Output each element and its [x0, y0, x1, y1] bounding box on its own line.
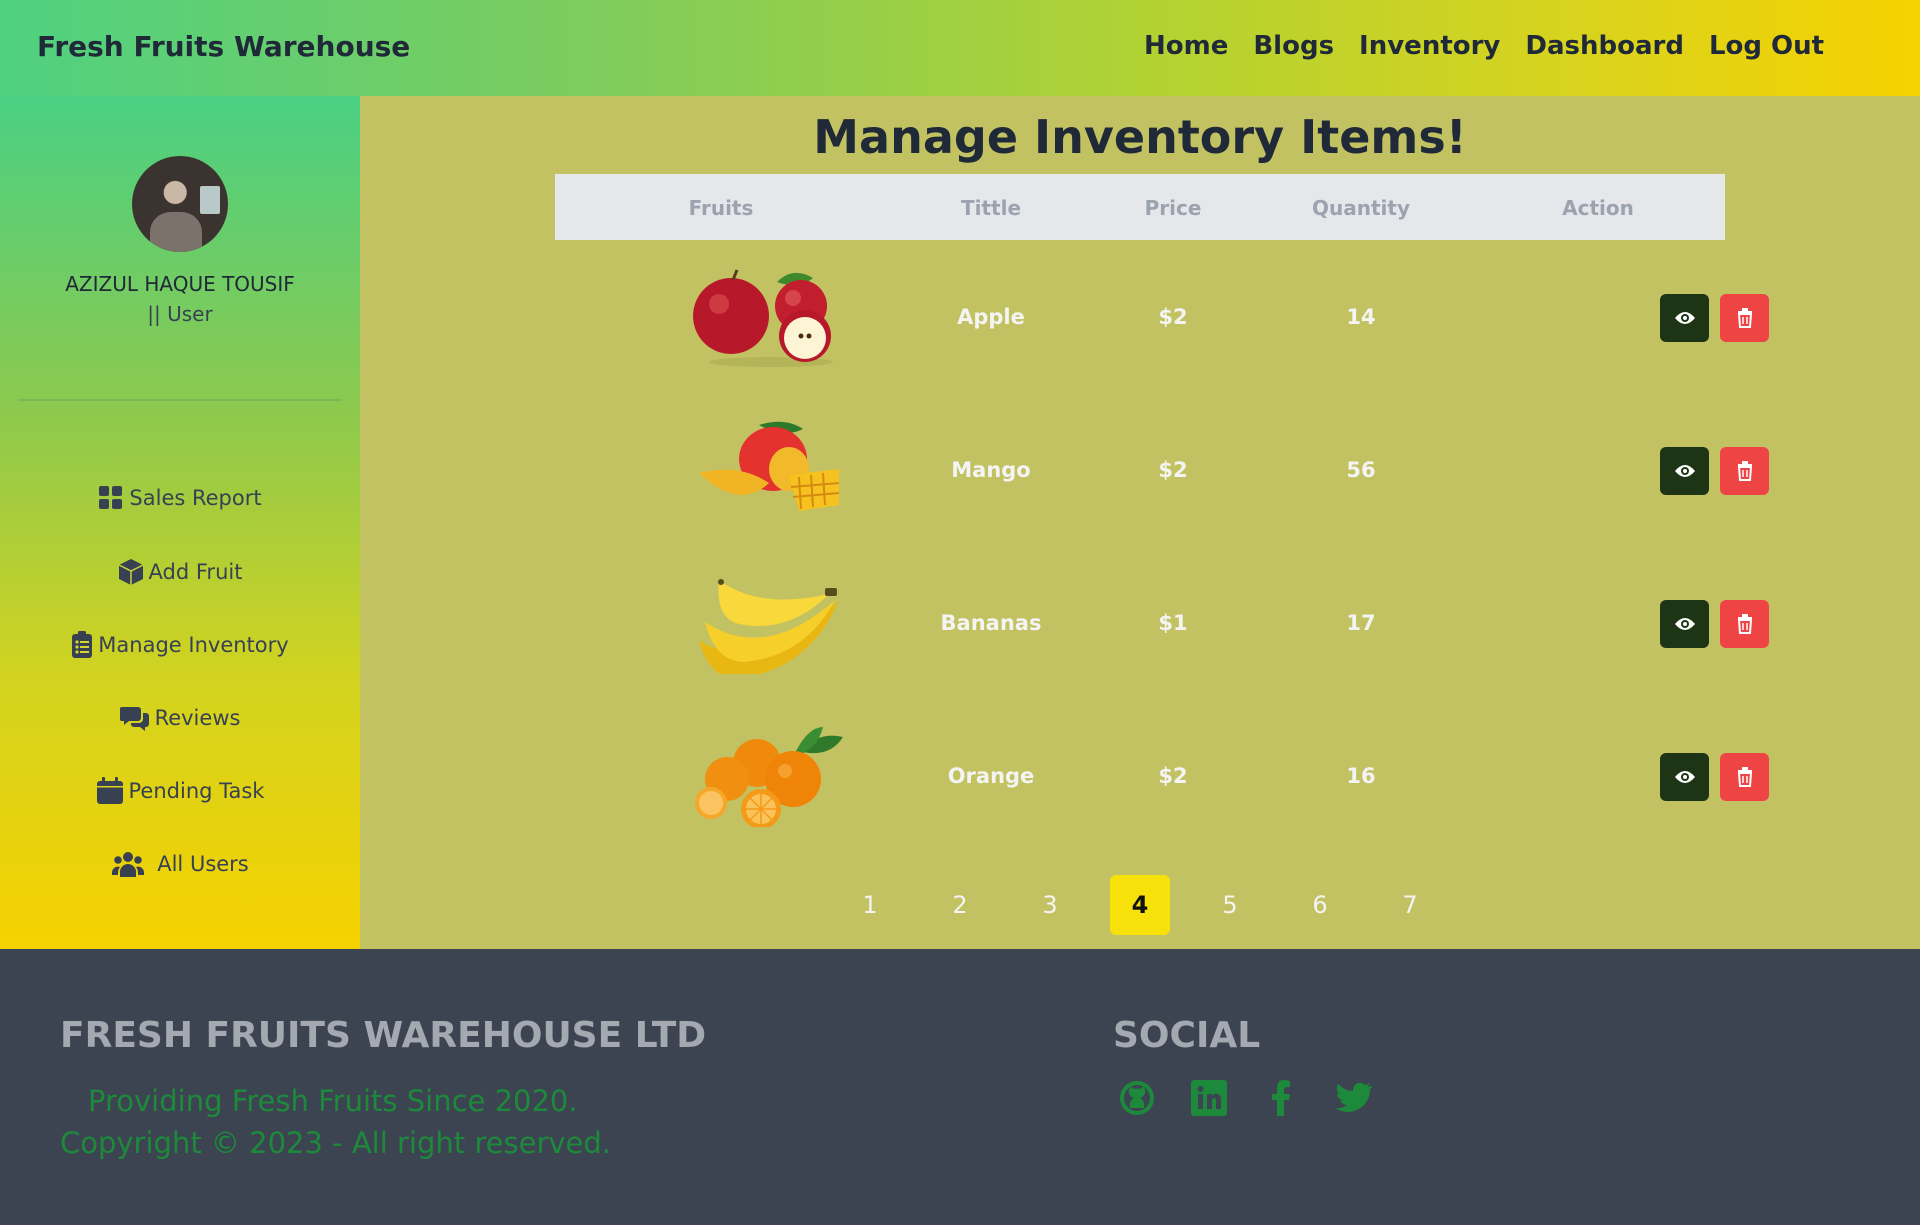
user-role: || User [147, 302, 213, 326]
chat-icon [119, 704, 150, 732]
fruit-quantity: 56 [1346, 457, 1376, 482]
brand-title[interactable]: Fresh Fruits Warehouse [37, 30, 410, 63]
view-button[interactable] [1660, 753, 1709, 801]
eye-icon [1674, 312, 1695, 324]
table-row: Bananas $1 17 [555, 546, 1769, 699]
nav-blogs[interactable]: Blogs [1253, 31, 1334, 61]
sidebar-divider [18, 399, 342, 401]
facebook-icon[interactable] [1262, 1079, 1300, 1117]
footer-copyright: Copyright © 2023 - All right reserved. [60, 1126, 611, 1160]
page-button-3[interactable]: 3 [1020, 875, 1080, 935]
social-title: SOCIAL [1113, 1015, 1261, 1056]
column-header: Action [1562, 196, 1634, 220]
view-button[interactable] [1660, 600, 1709, 648]
column-header: Tittle [960, 196, 1022, 220]
delete-button[interactable] [1720, 447, 1769, 495]
view-button[interactable] [1660, 447, 1709, 495]
twitter-icon[interactable] [1334, 1079, 1372, 1117]
sidebar-item-all-users[interactable]: All Users [0, 850, 360, 878]
delete-button[interactable] [1720, 294, 1769, 342]
trash-icon [1737, 614, 1752, 634]
github-icon[interactable] [1118, 1079, 1156, 1117]
nav-inventory[interactable]: Inventory [1359, 31, 1500, 61]
main-nav: Home Blogs Inventory Dashboard Log Out [1144, 31, 1849, 61]
main-content: Manage Inventory Items! Fruits Tittle Pr… [360, 96, 1920, 949]
page-button-2[interactable]: 2 [930, 875, 990, 935]
trash-icon [1737, 461, 1752, 481]
sidebar-item-label: All Users [157, 852, 249, 876]
fruit-price: $2 [1158, 304, 1188, 329]
user-name: AZIZUL HAQUE TOUSIF [65, 272, 295, 296]
table-row: Mango $2 56 [555, 393, 1769, 546]
box-icon [118, 558, 144, 586]
fruit-title: Orange [947, 763, 1035, 788]
fruit-price: $2 [1158, 457, 1188, 482]
banana-image [699, 579, 839, 674]
trash-icon [1737, 308, 1752, 328]
nav-home[interactable]: Home [1144, 31, 1228, 61]
delete-button[interactable] [1720, 600, 1769, 648]
fruit-title: Apple [957, 304, 1025, 329]
eye-icon [1674, 465, 1695, 477]
users-icon [111, 850, 145, 878]
page-button-1[interactable]: 1 [840, 875, 900, 935]
orange-image [695, 727, 843, 827]
nav-dashboard[interactable]: Dashboard [1525, 31, 1684, 61]
sidebar-item-label: Sales Report [129, 486, 262, 510]
eye-icon [1674, 771, 1695, 783]
column-header: Price [1144, 196, 1202, 220]
sidebar-item-pending-task[interactable]: Pending Task [0, 777, 360, 805]
table-header: Fruits Tittle Price Quantity Action [555, 174, 1725, 240]
sidebar: AZIZUL HAQUE TOUSIF || User Sales Report… [0, 96, 360, 949]
trash-icon [1737, 767, 1752, 787]
footer: FRESH FRUITS WAREHOUSE LTD Providing Fre… [0, 949, 1920, 1225]
footer-company: FRESH FRUITS WAREHOUSE LTD [60, 1015, 707, 1056]
fruit-title: Bananas [940, 610, 1042, 635]
fruit-price: $1 [1158, 610, 1188, 635]
clipboard-list-icon [71, 631, 93, 659]
sidebar-item-manage-inventory[interactable]: Manage Inventory [0, 631, 360, 659]
sidebar-item-label: Add Fruit [148, 560, 243, 584]
column-header: Quantity [1312, 196, 1410, 220]
mango-image [699, 421, 840, 511]
fruit-quantity: 16 [1346, 763, 1376, 788]
fruit-price: $2 [1158, 763, 1188, 788]
fruit-quantity: 14 [1346, 304, 1376, 329]
delete-button[interactable] [1720, 753, 1769, 801]
calendar-icon [96, 777, 124, 805]
table-row: Orange $2 16 [555, 699, 1769, 852]
page-button-7[interactable]: 7 [1380, 875, 1440, 935]
sidebar-item-label: Pending Task [128, 779, 265, 803]
linkedin-icon[interactable] [1190, 1079, 1228, 1117]
apple-image [693, 269, 833, 367]
page-button-6[interactable]: 6 [1290, 875, 1350, 935]
page-button-4[interactable]: 4 [1110, 875, 1170, 935]
footer-tagline: Providing Fresh Fruits Since 2020. [88, 1084, 578, 1118]
view-button[interactable] [1660, 294, 1709, 342]
sidebar-item-label: Manage Inventory [98, 633, 289, 657]
page-title: Manage Inventory Items! [813, 110, 1467, 164]
sidebar-item-label: Reviews [154, 706, 241, 730]
column-header: Fruits [688, 196, 754, 220]
fruit-quantity: 17 [1346, 610, 1376, 635]
avatar [132, 156, 228, 252]
eye-icon [1674, 618, 1695, 630]
page-button-5[interactable]: 5 [1200, 875, 1260, 935]
nav-logout[interactable]: Log Out [1709, 31, 1824, 61]
sidebar-item-sales-report[interactable]: Sales Report [0, 485, 360, 511]
sidebar-item-add-fruit[interactable]: Add Fruit [0, 558, 360, 586]
fruit-title: Mango [951, 457, 1031, 482]
grid-icon [98, 485, 124, 511]
sidebar-item-reviews[interactable]: Reviews [0, 704, 360, 732]
table-row: Apple $2 14 [555, 240, 1769, 393]
top-navbar: Fresh Fruits Warehouse Home Blogs Invent… [0, 0, 1920, 96]
